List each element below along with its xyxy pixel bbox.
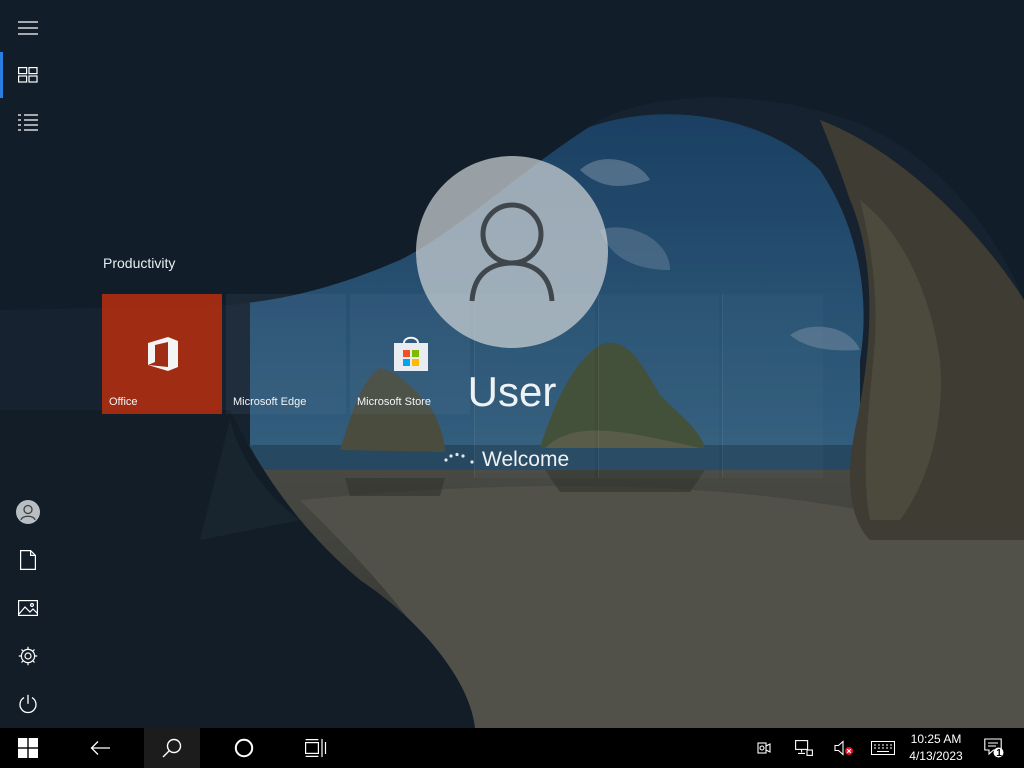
search-icon [162, 738, 182, 758]
clock-date: 4/13/2023 [909, 749, 963, 763]
power-icon [19, 694, 37, 714]
menu-icon [18, 21, 38, 35]
tile-microsoft-edge[interactable]: Microsoft Edge [226, 294, 346, 414]
touch-keyboard-button[interactable] [868, 728, 898, 768]
notification-count-badge: 1 [996, 748, 1002, 759]
user-silhouette-icon [469, 202, 555, 302]
taskbar: 10:25 AM 4/13/2023 1 [0, 728, 1024, 768]
network-icon [795, 740, 813, 756]
power-button[interactable] [4, 684, 52, 724]
tile-label: Office [109, 396, 138, 408]
volume-muted-icon [834, 740, 853, 756]
camera-icon [757, 742, 771, 754]
tile-group-label: Productivity [103, 255, 176, 271]
start-left-rail [0, 0, 56, 728]
documents-icon [20, 550, 36, 570]
welcome-message: Welcome [482, 448, 570, 471]
action-center-button[interactable]: 1 [980, 728, 1008, 768]
welcome-status: Welcome [440, 446, 569, 474]
tile-office[interactable]: Office [102, 294, 222, 414]
search-button[interactable] [144, 728, 200, 768]
network-tray-button[interactable] [790, 728, 818, 768]
settings-icon [18, 646, 38, 666]
system-clock[interactable]: 10:25 AM 4/13/2023 [898, 731, 974, 765]
user-name: User [467, 368, 557, 415]
clock-time: 10:25 AM [910, 732, 962, 746]
user-avatar [416, 156, 608, 348]
windows-icon [18, 738, 38, 758]
all-apps-button[interactable] [4, 103, 52, 143]
keyboard-icon [871, 741, 895, 755]
cortana-icon [234, 738, 254, 758]
tiles-icon [18, 67, 38, 83]
task-view-button[interactable] [292, 728, 340, 768]
camera-tray-button[interactable] [752, 728, 776, 768]
store-icon [394, 336, 428, 371]
tile-placeholder [722, 294, 823, 478]
settings-button[interactable] [4, 636, 52, 676]
documents-button[interactable] [4, 540, 52, 580]
start-button[interactable] [4, 728, 52, 768]
task-view-icon [305, 739, 327, 757]
pinned-tiles-button[interactable] [4, 55, 52, 95]
pictures-button[interactable] [4, 588, 52, 628]
loading-spinner-icon [444, 452, 474, 464]
tile-placeholder [598, 294, 719, 478]
tile-label: Microsoft Edge [233, 396, 307, 408]
user-icon [16, 500, 40, 524]
menu-button[interactable] [4, 8, 52, 48]
office-icon [148, 337, 178, 371]
rail-active-indicator [0, 52, 3, 98]
back-button[interactable] [76, 728, 124, 768]
pictures-icon [18, 600, 38, 616]
cortana-button[interactable] [220, 728, 268, 768]
volume-tray-button[interactable] [830, 728, 858, 768]
back-icon [90, 741, 110, 755]
all-apps-icon [18, 114, 38, 131]
user-account-button[interactable] [4, 492, 52, 532]
